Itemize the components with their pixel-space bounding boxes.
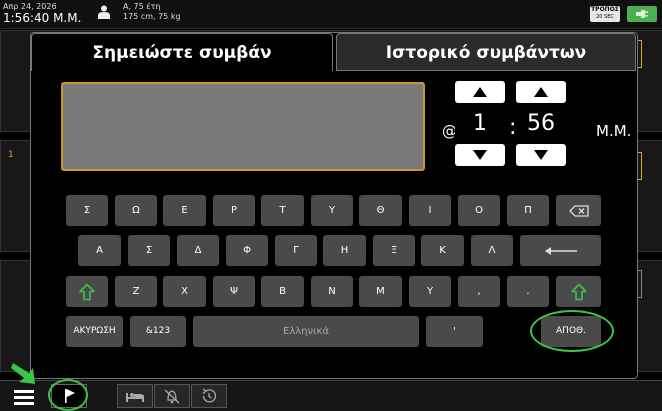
background-partial-number: 1 bbox=[8, 150, 14, 160]
hour-down-button[interactable] bbox=[455, 144, 505, 166]
status-time: 1:56:40 Μ.Μ. bbox=[3, 11, 82, 25]
key-rho[interactable]: Ρ bbox=[213, 195, 255, 226]
key-beta[interactable]: Β bbox=[261, 276, 304, 307]
triangle-up-icon bbox=[534, 87, 548, 97]
battery-indicator bbox=[627, 6, 657, 22]
key-tau[interactable]: Τ bbox=[261, 195, 304, 226]
key-period[interactable]: . bbox=[507, 276, 549, 307]
cancel-button[interactable]: ΑΚΥΡΩΣΗ bbox=[66, 316, 123, 347]
event-dialog: Σημειώστε συμβάν Ιστορικό συμβάντων @ 1 … bbox=[30, 32, 638, 379]
bed-button[interactable] bbox=[117, 384, 153, 408]
key-pi[interactable]: Π bbox=[507, 195, 549, 226]
time-period: Μ.Μ. bbox=[596, 122, 632, 140]
event-flag-button[interactable] bbox=[51, 384, 87, 408]
key-iota[interactable]: Ι bbox=[409, 195, 451, 226]
key-eta[interactable]: Η bbox=[323, 235, 366, 266]
key-sigma[interactable]: Σ bbox=[66, 195, 108, 226]
triangle-down-icon bbox=[473, 150, 487, 160]
key-alpha[interactable]: Α bbox=[78, 235, 121, 266]
mode-badge[interactable]: ΤΡΟΠΟΣ 20 SEC bbox=[590, 6, 620, 22]
patient-size: 175 cm, 75 kg bbox=[123, 12, 181, 21]
key-epsilon[interactable]: Ε bbox=[163, 195, 206, 226]
key-theta[interactable]: Θ bbox=[359, 195, 402, 226]
key-omicron[interactable]: Ο bbox=[458, 195, 500, 226]
key-upsilon[interactable]: Υ bbox=[311, 195, 353, 226]
key-upsilon-2[interactable]: Υ bbox=[409, 276, 451, 307]
menu-icon[interactable] bbox=[13, 385, 43, 409]
key-phi[interactable]: Φ bbox=[226, 235, 268, 266]
backspace-icon bbox=[568, 204, 589, 217]
key-mu[interactable]: Μ bbox=[359, 276, 402, 307]
key-zeta[interactable]: Ζ bbox=[115, 276, 157, 307]
event-note-input[interactable] bbox=[61, 82, 425, 171]
shift-icon bbox=[79, 283, 95, 300]
key-chi[interactable]: Χ bbox=[163, 276, 206, 307]
key-kappa[interactable]: Κ bbox=[421, 235, 464, 266]
mode-interval: 20 SEC bbox=[596, 14, 614, 20]
tab-mark-event[interactable]: Σημειώστε συμβάν bbox=[31, 33, 333, 71]
key-delta[interactable]: Δ bbox=[177, 235, 219, 266]
minute-spinner: 56 bbox=[516, 81, 566, 166]
key-gamma[interactable]: Γ bbox=[275, 235, 317, 266]
bed-icon bbox=[126, 393, 144, 402]
shift-key-left[interactable] bbox=[66, 276, 108, 307]
key-sigma-2[interactable]: Σ bbox=[128, 235, 170, 266]
key-psi[interactable]: Ψ bbox=[213, 276, 255, 307]
hour-up-button[interactable] bbox=[455, 81, 505, 103]
mode-label: ΤΡΟΠΟΣ bbox=[591, 6, 619, 13]
patient-age: Α, 75 έτη bbox=[123, 2, 161, 11]
key-lambda[interactable]: Λ bbox=[471, 235, 513, 266]
enter-icon bbox=[544, 246, 577, 255]
status-bar: Απρ 24, 2026 1:56:40 Μ.Μ. Α, 75 έτη 175 … bbox=[0, 0, 662, 29]
backspace-key[interactable] bbox=[556, 195, 601, 226]
history-button[interactable] bbox=[191, 384, 227, 408]
hour-spinner: 1 bbox=[455, 81, 505, 166]
history-icon bbox=[202, 388, 217, 403]
space-key[interactable]: Ελληνικά bbox=[193, 316, 419, 347]
save-button[interactable]: ΑΠΟΘ. bbox=[541, 316, 601, 347]
alarm-pause-button[interactable] bbox=[154, 384, 190, 408]
status-date: Απρ 24, 2026 bbox=[3, 2, 57, 11]
bottom-toolbar bbox=[0, 380, 662, 411]
key-omega[interactable]: Ω bbox=[115, 195, 157, 226]
key-xi[interactable]: Ξ bbox=[373, 235, 415, 266]
triangle-up-icon bbox=[473, 87, 487, 97]
minute-value: 56 bbox=[527, 111, 555, 136]
triangle-down-icon bbox=[534, 150, 548, 160]
key-comma[interactable]: , bbox=[458, 276, 500, 307]
symbols-key[interactable]: &123 bbox=[130, 316, 186, 347]
pointer-arrow-icon bbox=[11, 363, 35, 384]
bell-off-icon bbox=[164, 389, 180, 404]
minute-up-button[interactable] bbox=[516, 81, 566, 103]
key-nu[interactable]: Ν bbox=[311, 276, 353, 307]
tab-event-history[interactable]: Ιστορικό συμβάντων bbox=[336, 33, 636, 71]
patient-icon bbox=[98, 5, 110, 19]
minute-down-button[interactable] bbox=[516, 144, 566, 166]
enter-key[interactable] bbox=[520, 235, 601, 266]
hour-value: 1 bbox=[473, 111, 487, 136]
shift-key-right[interactable] bbox=[556, 276, 601, 307]
accent-key[interactable]: ' bbox=[426, 316, 483, 347]
flag-icon bbox=[65, 389, 75, 403]
shift-icon bbox=[570, 283, 587, 300]
plug-icon bbox=[636, 10, 648, 18]
